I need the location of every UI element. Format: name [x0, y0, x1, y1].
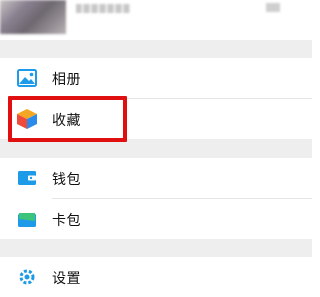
wallet-icon: [16, 167, 38, 189]
menu-item-label: 设置: [52, 271, 81, 287]
menu-item-label: 钱包: [52, 172, 81, 188]
menu-item-label: 卡包: [52, 213, 81, 229]
menu-item-photos[interactable]: 相册: [0, 58, 312, 98]
profile-header[interactable]: [0, 0, 312, 40]
photo-icon: [16, 67, 38, 89]
avatar: [0, 0, 66, 34]
menu-item-label: 相册: [52, 72, 81, 88]
card-pack-icon: [16, 209, 38, 231]
menu-item-wallet[interactable]: 钱包: [0, 158, 312, 198]
highlight-box: [8, 96, 127, 142]
gear-icon: [16, 266, 38, 288]
menu-item-card-pack[interactable]: 卡包: [0, 199, 312, 239]
section-gap: [0, 40, 312, 58]
section-gap: [0, 239, 312, 257]
menu-item-settings[interactable]: 设置: [0, 257, 312, 297]
blurred-username: [76, 4, 130, 13]
blurred-qr-icon: [266, 3, 280, 12]
